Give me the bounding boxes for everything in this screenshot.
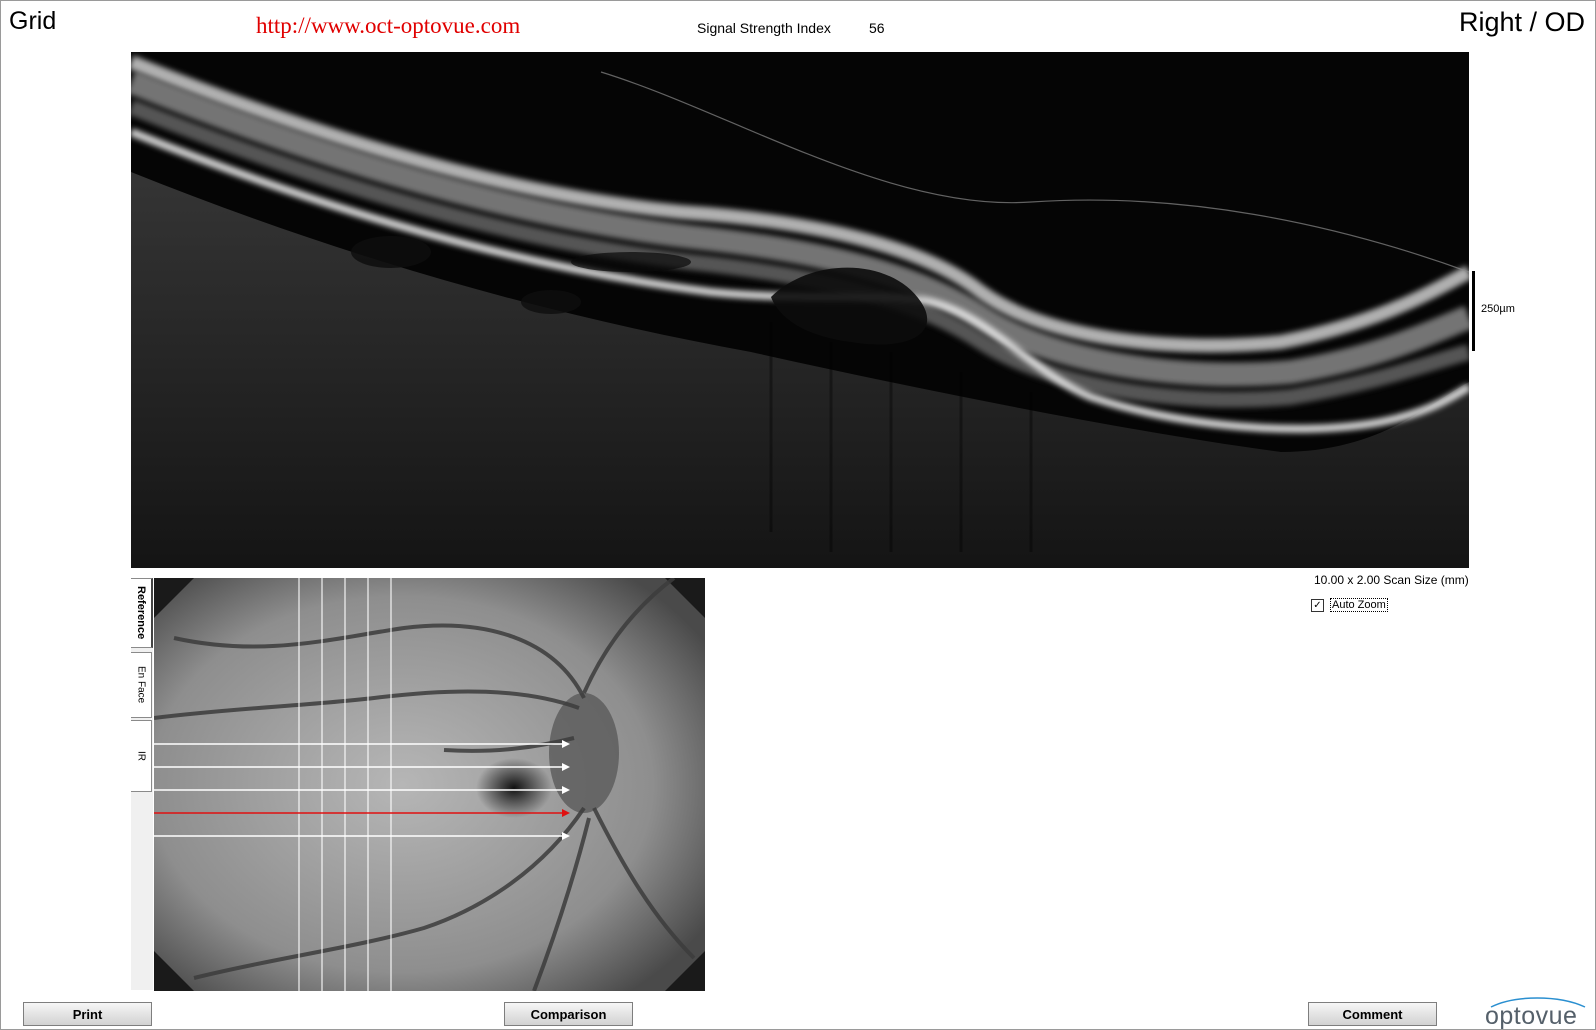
comparison-button[interactable]: Comparison [504, 1002, 633, 1026]
print-button[interactable]: Print [23, 1002, 152, 1026]
logo-text: optovue [1485, 1002, 1578, 1030]
auto-zoom-label[interactable]: Auto Zoom [1330, 598, 1388, 612]
report-window: Grid http://www.oct-optovue.com Signal S… [0, 0, 1596, 1030]
signal-strength-value: 56 [869, 20, 885, 36]
eye-laterality-title: Right / OD [1458, 7, 1585, 37]
auto-zoom-control[interactable]: ✓ Auto Zoom [1311, 598, 1388, 612]
tab-reference[interactable]: Reference [131, 578, 153, 648]
mode-title: Grid [9, 7, 57, 35]
signal-strength-label: Signal Strength Index [697, 20, 831, 36]
auto-zoom-checkbox[interactable]: ✓ [1311, 598, 1324, 612]
tab-en-face[interactable]: En Face [131, 652, 152, 718]
oct-bscan-image[interactable] [131, 52, 1469, 568]
scale-bar-label: 250µm [1481, 303, 1515, 315]
comment-button[interactable]: Comment [1308, 1002, 1437, 1026]
scale-bar [1472, 271, 1475, 351]
image-view-tabs: Reference En Face IR [131, 578, 153, 990]
tab-ir[interactable]: IR [131, 720, 152, 792]
optovue-logo: optovue [1485, 997, 1589, 1030]
scan-size-label: 10.00 x 2.00 Scan Size (mm) [1314, 573, 1469, 587]
website-url: http://www.oct-optovue.com [256, 13, 521, 38]
fundus-reference-image[interactable] [154, 578, 705, 991]
